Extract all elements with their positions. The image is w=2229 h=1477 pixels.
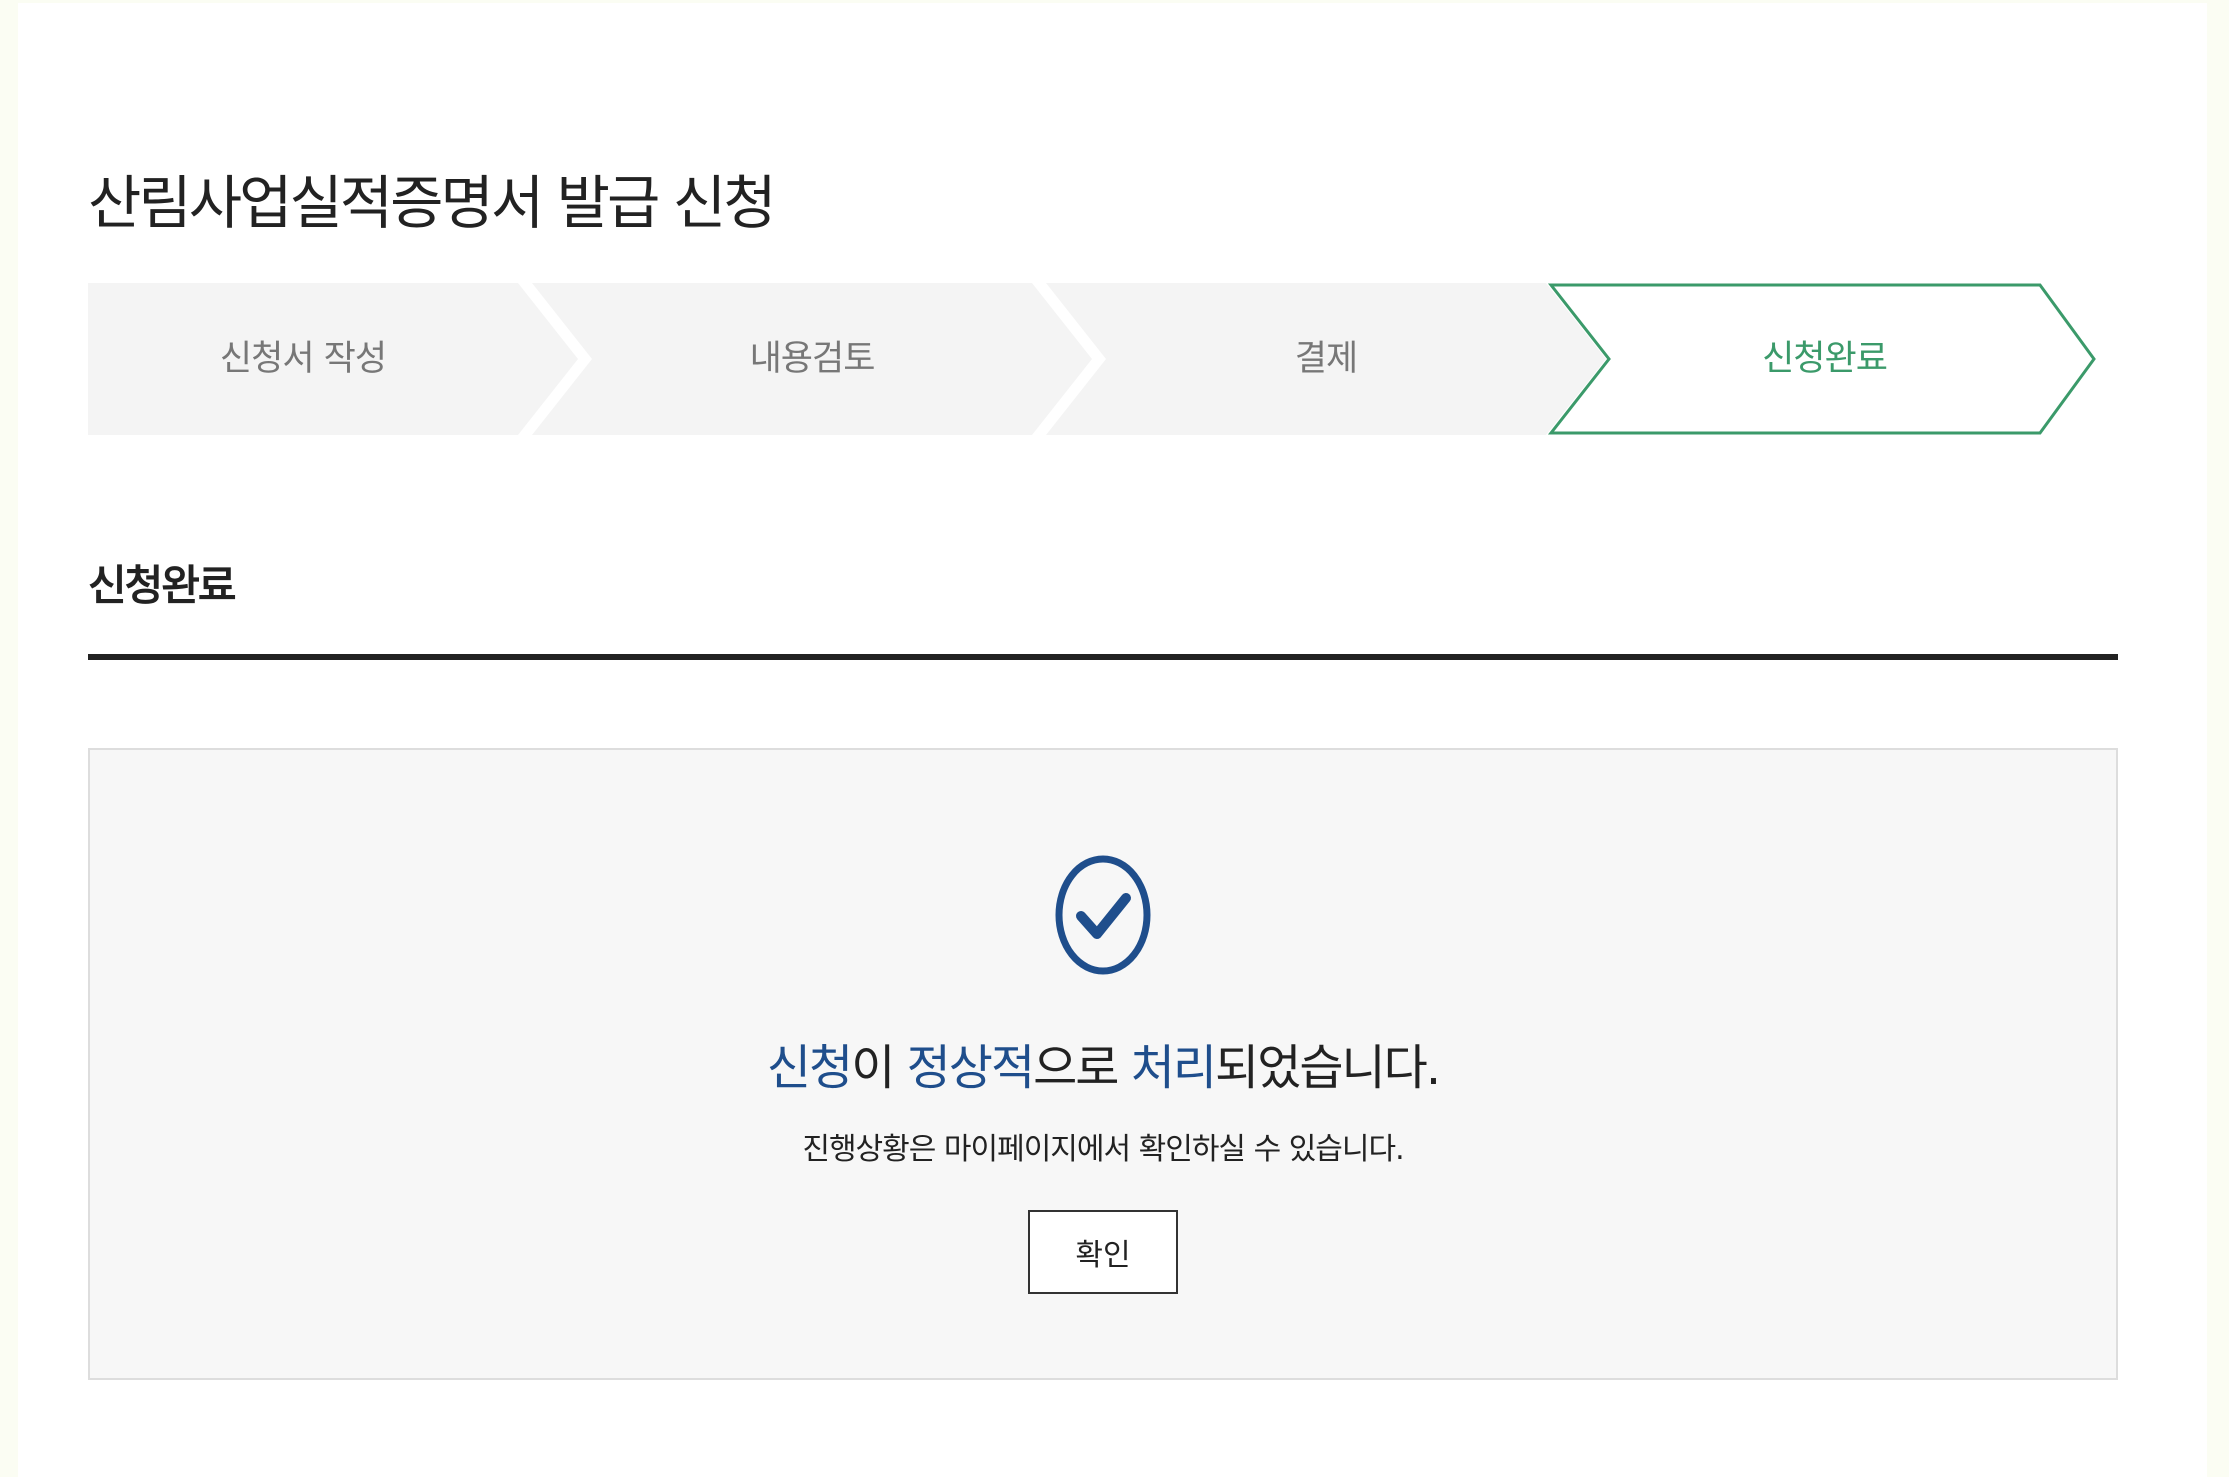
message-part-3: 정상적 — [906, 1040, 1035, 1096]
check-circle-icon — [1055, 855, 1151, 975]
page-title: 산림사업실적증명서 발급 신청 — [88, 169, 777, 237]
confirm-button[interactable]: 확인 — [1028, 1210, 1178, 1294]
step-1-label: 신청서 작성 — [219, 339, 387, 379]
step-2-label: 내용검토 — [749, 339, 876, 379]
message-part-6: 되었습니다. — [1215, 1040, 1441, 1096]
step-4-label: 신청완료 — [1762, 339, 1888, 379]
section-title: 신청완료 — [88, 561, 237, 610]
message-part-4: 으로 — [1033, 1040, 1131, 1096]
result-sub-message: 진행상황은 마이페이지에서 확인하실 수 있습니다. — [802, 1132, 1404, 1167]
result-panel: 신청이 정상적으로 처리되었습니다. 진행상황은 마이페이지에서 확인하실 수 … — [88, 748, 2118, 1380]
message-part-1: 신청 — [766, 1040, 853, 1096]
section-divider — [88, 654, 2118, 660]
message-part-5: 처리 — [1130, 1040, 1217, 1096]
message-part-2: 이 — [851, 1040, 907, 1096]
progress-steps: 신청서 작성 내용검토 결제 신청완료 — [88, 283, 2098, 435]
step-3-label: 결제 — [1294, 339, 1358, 379]
result-message: 신청이 정상적으로 처리되었습니다. — [90, 1028, 2116, 1098]
